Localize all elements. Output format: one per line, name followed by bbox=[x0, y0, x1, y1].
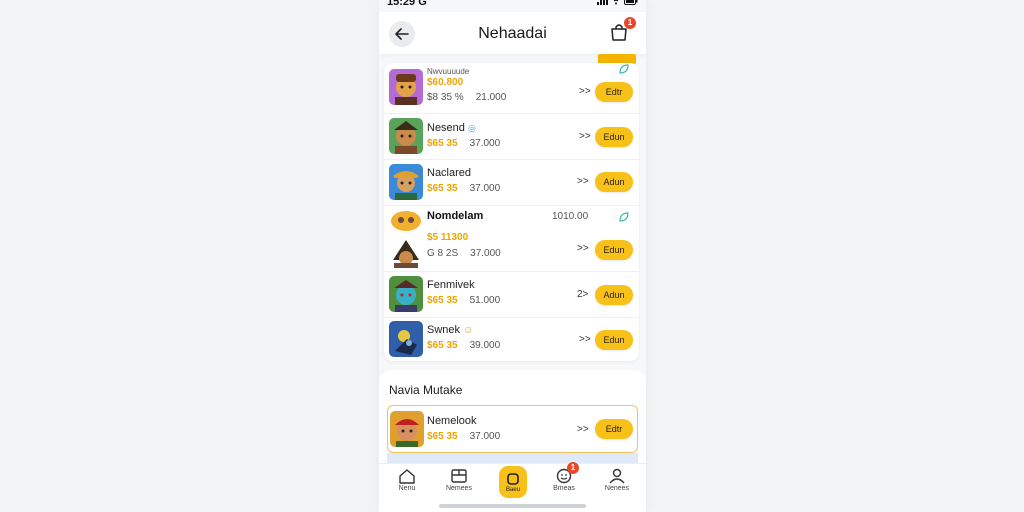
item-rating: G 8 2S bbox=[427, 248, 459, 259]
cart-button[interactable]: 1 bbox=[608, 17, 636, 45]
status-icons bbox=[597, 0, 638, 5]
list-item[interactable]: Swnek ☺ $65 35 39.000 >> Edun bbox=[384, 317, 639, 361]
tab-label: Nenees bbox=[604, 485, 630, 492]
item-name: Nemelook bbox=[427, 415, 477, 427]
action-button[interactable]: Edtr bbox=[595, 82, 633, 102]
list-item[interactable]: Nesend ◎ $65 35 37.000 >> Edun bbox=[384, 113, 639, 160]
avatar bbox=[389, 164, 423, 200]
user-icon bbox=[609, 468, 625, 484]
item-value: 21.000 bbox=[475, 92, 507, 103]
chevron-icon: >> bbox=[579, 131, 591, 142]
item-price: $60.800 bbox=[427, 77, 464, 88]
avatar bbox=[389, 118, 423, 154]
phone-screen: 15:29 G Nehaadai 1 Nwvuuuude $60.800 $8 … bbox=[379, 0, 646, 512]
tab-label: Nemees bbox=[445, 485, 473, 492]
item-rating: $65 35 bbox=[427, 431, 458, 442]
item-rating: $65 35 bbox=[427, 183, 458, 194]
leaf-icon[interactable] bbox=[618, 63, 630, 75]
list-item[interactable]: Nomdelam 1010.00 $5 11300 G 8 2S 37.000 >… bbox=[384, 205, 639, 272]
item-rating: $65 35 bbox=[427, 295, 458, 306]
chevron-icon: 2> bbox=[577, 289, 589, 300]
item-name: Nesend ◎ bbox=[427, 122, 476, 134]
leaf-icon[interactable] bbox=[618, 211, 630, 223]
tab-messages[interactable]: 1 Bmeas bbox=[542, 462, 586, 492]
tab-badge: 1 bbox=[567, 462, 579, 474]
item-rating: $65 35 bbox=[427, 138, 458, 149]
item-name: Swnek ☺ bbox=[427, 324, 474, 336]
action-button[interactable]: Adun bbox=[595, 172, 633, 192]
item-name: Nwvuuuude bbox=[427, 67, 470, 76]
product-list-card: Nwvuuuude $60.800 $8 35 % 21.000 >> Edtr … bbox=[384, 63, 639, 361]
featured-item[interactable]: Nemelook $65 35 37.000 >> Edtr bbox=[387, 405, 638, 453]
action-button[interactable]: Edtr bbox=[595, 419, 633, 439]
action-button[interactable]: Edun bbox=[595, 330, 633, 350]
item-rating: $65 35 bbox=[427, 340, 458, 351]
tab-label: Bmeas bbox=[553, 485, 575, 492]
chevron-icon: >> bbox=[577, 424, 589, 435]
app-header: Nehaadai 1 bbox=[379, 12, 646, 54]
chevron-icon: >> bbox=[579, 334, 591, 345]
list-item[interactable]: Naclared $65 35 37.000 >> Adun bbox=[384, 159, 639, 206]
avatar bbox=[389, 69, 423, 105]
item-value: 37.000 bbox=[470, 248, 501, 259]
group-name: Nomdelam bbox=[427, 210, 484, 222]
wifi-icon bbox=[613, 0, 619, 5]
avatar bbox=[389, 208, 423, 232]
group-value: 1010.00 bbox=[552, 211, 589, 222]
page-title: Nehaadai bbox=[478, 25, 547, 42]
chevron-icon: >> bbox=[579, 86, 591, 97]
active-tab-bubble: Baeu bbox=[499, 466, 527, 498]
section-title: Navia Mutake bbox=[389, 383, 463, 397]
item-price: $5 11300 bbox=[427, 232, 469, 243]
avatar bbox=[389, 276, 423, 312]
verified-icon: ◎ bbox=[467, 123, 476, 133]
tab-library[interactable]: Nemees bbox=[437, 468, 481, 492]
item-value: 37.000 bbox=[469, 138, 501, 149]
item-value: 37.000 bbox=[469, 431, 501, 442]
avatar bbox=[389, 238, 423, 268]
avatar bbox=[389, 321, 423, 357]
item-name: Naclared bbox=[427, 167, 472, 179]
chevron-icon: >> bbox=[577, 176, 589, 187]
avatar bbox=[390, 411, 424, 447]
action-button[interactable]: Edun bbox=[595, 240, 633, 260]
tab-profile[interactable]: Nenees bbox=[595, 468, 639, 492]
item-value: 51.000 bbox=[469, 295, 501, 306]
item-rating: $8 35 % bbox=[427, 92, 464, 103]
list-item bbox=[387, 453, 638, 463]
list-item[interactable]: Nwvuuuude $60.800 $8 35 % 21.000 >> Edtr bbox=[384, 63, 639, 114]
status-bar: 15:29 G bbox=[379, 0, 646, 12]
status-time: 15:29 G bbox=[387, 0, 427, 8]
signal-icon bbox=[597, 0, 608, 5]
cart-badge: 1 bbox=[624, 17, 636, 29]
square-icon bbox=[507, 472, 519, 485]
tab-label: Baeu bbox=[505, 486, 520, 493]
tab-home[interactable]: Nenu bbox=[385, 468, 429, 492]
tab-label: Nenu bbox=[398, 485, 416, 492]
chevron-icon: >> bbox=[577, 243, 589, 254]
item-value: 37.000 bbox=[469, 183, 501, 194]
book-icon bbox=[451, 469, 467, 483]
home-icon bbox=[399, 469, 415, 484]
list-item[interactable]: Fenmivek $65 35 51.000 2> Adun bbox=[384, 271, 639, 318]
action-button[interactable]: Edun bbox=[595, 127, 633, 147]
item-value: 39.000 bbox=[469, 340, 501, 351]
smiley-icon: ☺ bbox=[463, 325, 474, 336]
action-button[interactable]: Adun bbox=[595, 285, 633, 305]
battery-icon bbox=[624, 0, 638, 5]
tab-active[interactable]: Baeu bbox=[491, 466, 535, 498]
home-indicator[interactable] bbox=[439, 504, 586, 508]
item-name: Fenmivek bbox=[427, 279, 475, 291]
